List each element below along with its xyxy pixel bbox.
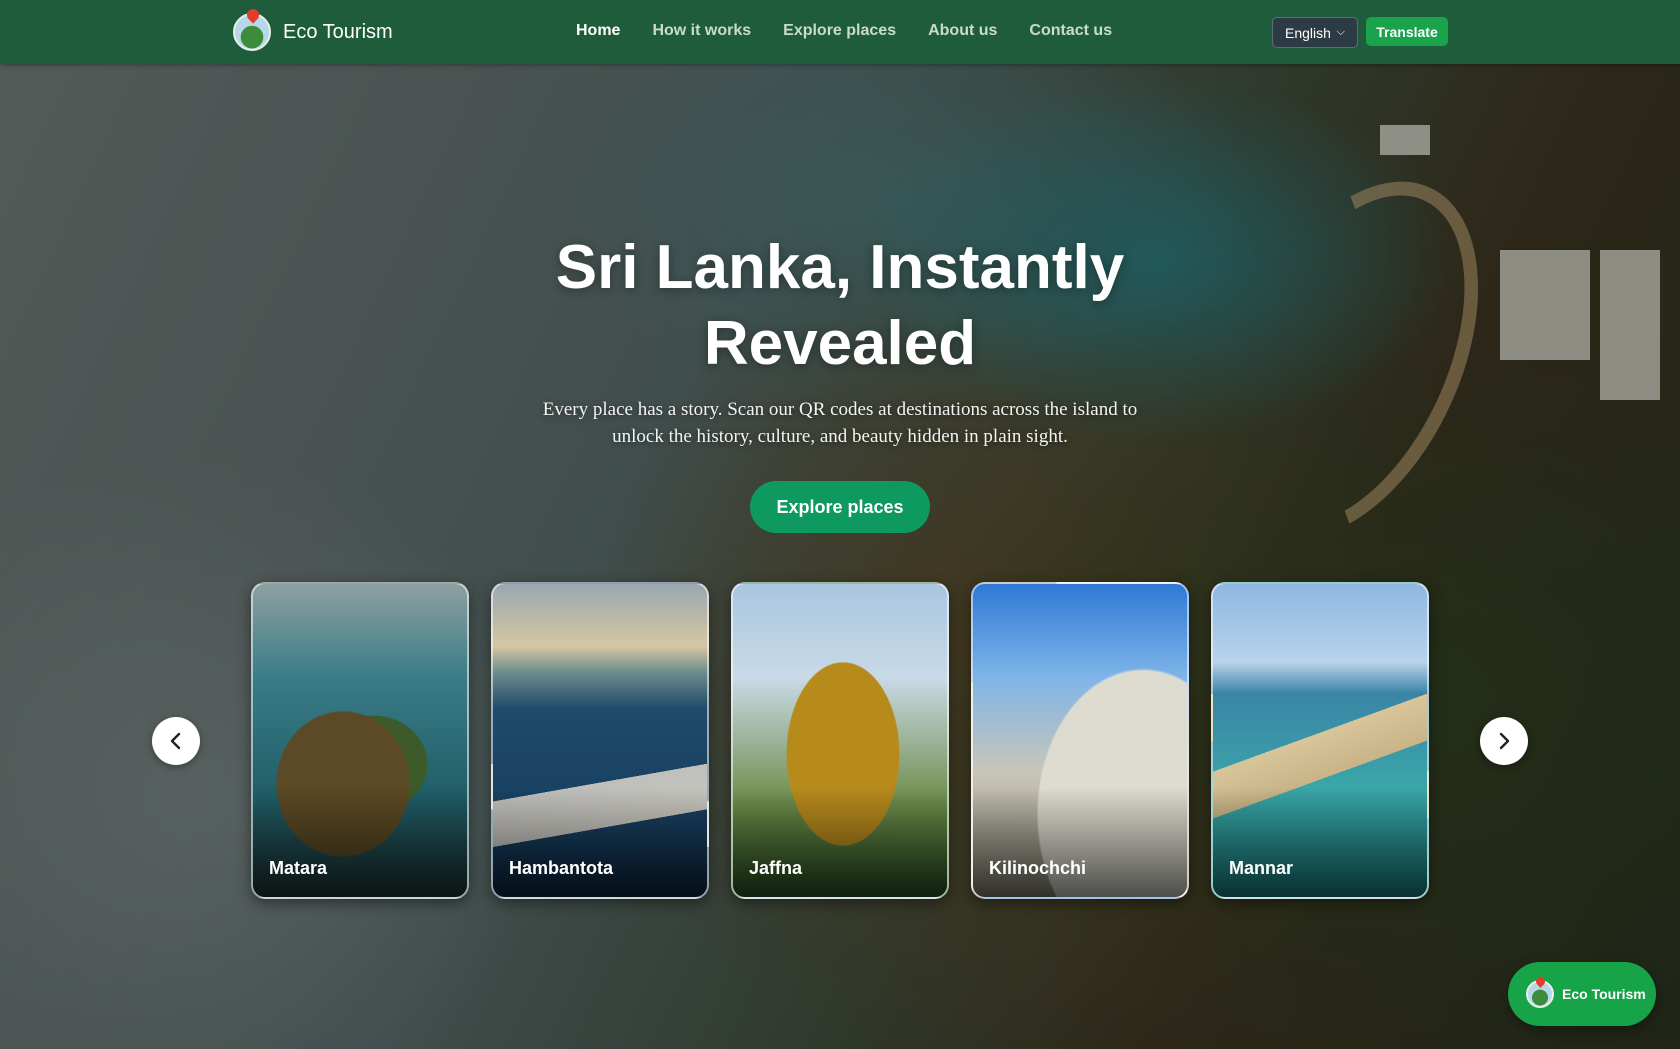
place-card-label: Matara (269, 858, 328, 878)
card-shade (733, 787, 947, 897)
top-navbar: Eco Tourism Home How it works Explore pl… (0, 0, 1680, 64)
hero-subtitle: Every place has a story. Scan our QR cod… (520, 396, 1160, 450)
card-shade (973, 787, 1187, 897)
nav-link-how-it-works[interactable]: How it works (652, 22, 751, 40)
hero-subtitle-line1: Every place has a story. Scan our QR cod… (542, 399, 1138, 420)
language-select[interactable]: English ⌵ (1272, 17, 1358, 48)
chevron-right-icon (1499, 732, 1510, 750)
eco-tourism-logo-icon (233, 13, 271, 51)
chevron-left-icon (170, 732, 181, 750)
place-card-matara[interactable]: Matara (251, 582, 469, 899)
hero-title-line2: Revealed (703, 309, 977, 378)
card-shade (1213, 787, 1427, 897)
brand-name: Eco Tourism (283, 20, 393, 43)
main-menu: Home How it works Explore places About u… (576, 22, 1112, 40)
explore-places-button[interactable]: Explore places (750, 481, 930, 533)
hero-title: Sri Lanka, Instantly Revealed (440, 230, 1240, 382)
place-card-label: Kilinochchi (989, 858, 1087, 878)
nav-link-home[interactable]: Home (576, 22, 620, 40)
building (1600, 250, 1660, 400)
hero-title-line1: Sri Lanka, Instantly (555, 233, 1125, 302)
place-card-kilinochchi[interactable]: Kilinochchi (971, 582, 1189, 899)
place-card-mannar[interactable]: Mannar (1211, 582, 1429, 899)
card-shade (493, 787, 707, 897)
nav-link-explore-places[interactable]: Explore places (783, 22, 896, 40)
widget-label: Eco Tourism (1562, 986, 1646, 1002)
place-card-label: Hambantota (509, 858, 614, 878)
place-card-label: Mannar (1229, 858, 1294, 878)
nav-link-contact-us[interactable]: Contact us (1029, 22, 1112, 40)
brand[interactable]: Eco Tourism (233, 13, 393, 51)
hero-subtitle-line2: unlock the history, culture, and beauty … (612, 426, 1068, 447)
carousel-prev-button[interactable] (152, 717, 200, 765)
building (1500, 250, 1590, 360)
chevron-down-icon: ⌵ (1336, 26, 1345, 38)
translate-button[interactable]: Translate (1366, 17, 1448, 46)
eco-tourism-chat-widget[interactable]: Eco Tourism (1508, 962, 1656, 1026)
card-shade (253, 787, 467, 897)
carousel-next-button[interactable] (1480, 717, 1528, 765)
place-card-label: Jaffna (749, 858, 803, 878)
language-value: English (1285, 24, 1331, 41)
building (1380, 125, 1430, 155)
place-card-jaffna[interactable]: Jaffna (731, 582, 949, 899)
nav-link-about-us[interactable]: About us (928, 22, 997, 40)
place-card-hambantota[interactable]: Hambantota (491, 582, 709, 899)
eco-tourism-logo-icon (1526, 980, 1554, 1008)
